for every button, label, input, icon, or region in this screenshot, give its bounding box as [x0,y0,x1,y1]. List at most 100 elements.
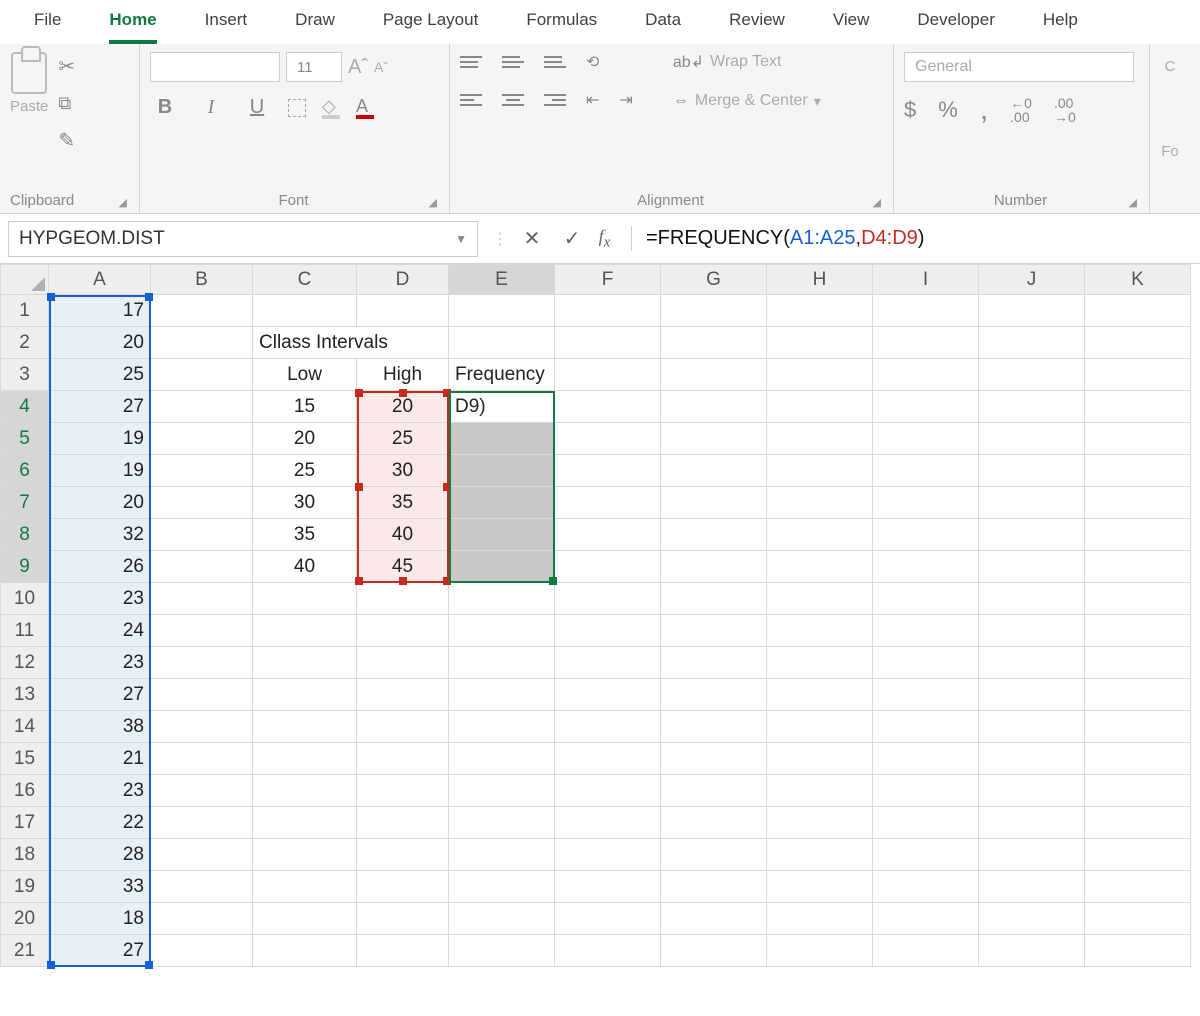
cell-I1[interactable] [873,295,979,327]
cell-G18[interactable] [661,839,767,871]
cell-D20[interactable] [357,903,449,935]
cell-E1[interactable] [449,295,555,327]
cell-B12[interactable] [151,647,253,679]
cell-E21[interactable] [449,935,555,967]
name-box[interactable]: HYPGEOM.DIST ▼ [8,221,478,257]
cell-C6[interactable]: 25 [253,455,357,487]
cell-B17[interactable] [151,807,253,839]
cell-G12[interactable] [661,647,767,679]
cell-A7[interactable]: 20 [49,487,151,519]
cell-A21[interactable]: 27 [49,935,151,967]
insert-function-button[interactable]: fx [592,226,632,252]
cell-A17[interactable]: 22 [49,807,151,839]
row-header-15[interactable]: 15 [1,743,49,775]
cell-B15[interactable] [151,743,253,775]
cell-F1[interactable] [555,295,661,327]
cell-K17[interactable] [1085,807,1191,839]
cell-E17[interactable] [449,807,555,839]
font-color-icon[interactable]: A [356,96,374,119]
row-header-3[interactable]: 3 [1,359,49,391]
cell-A18[interactable]: 28 [49,839,151,871]
cell-H9[interactable] [767,551,873,583]
format-table-partial[interactable]: Fo [1161,143,1179,160]
align-top-icon[interactable] [460,56,482,68]
cell-K16[interactable] [1085,775,1191,807]
cell-G21[interactable] [661,935,767,967]
cell-K5[interactable] [1085,423,1191,455]
cell-G8[interactable] [661,519,767,551]
col-header-K[interactable]: K [1085,265,1191,295]
increase-decimal-button[interactable]: ←0.00 [1010,96,1032,124]
cell-K10[interactable] [1085,583,1191,615]
cell-G9[interactable] [661,551,767,583]
cell-D12[interactable] [357,647,449,679]
tab-draw[interactable]: Draw [271,0,359,44]
cell-K9[interactable] [1085,551,1191,583]
cell-I12[interactable] [873,647,979,679]
cell-J3[interactable] [979,359,1085,391]
cell-G15[interactable] [661,743,767,775]
cell-B16[interactable] [151,775,253,807]
cell-B11[interactable] [151,615,253,647]
cell-I6[interactable] [873,455,979,487]
cell-B4[interactable] [151,391,253,423]
cell-J5[interactable] [979,423,1085,455]
orientation-icon[interactable]: ⟲ [586,52,599,72]
cell-H10[interactable] [767,583,873,615]
cell-G19[interactable] [661,871,767,903]
increase-indent-icon[interactable]: ⇥ [619,90,632,110]
cell-D13[interactable] [357,679,449,711]
cell-K3[interactable] [1085,359,1191,391]
cell-A2[interactable]: 20 [49,327,151,359]
row-header-20[interactable]: 20 [1,903,49,935]
cell-F7[interactable] [555,487,661,519]
row-header-2[interactable]: 2 [1,327,49,359]
cell-A3[interactable]: 25 [49,359,151,391]
cell-D14[interactable] [357,711,449,743]
spreadsheet-grid[interactable]: A B C D E F G H I J K 117220Cllass Inter… [0,264,1200,967]
col-header-J[interactable]: J [979,265,1085,295]
cell-C17[interactable] [253,807,357,839]
cell-G17[interactable] [661,807,767,839]
cell-A16[interactable]: 23 [49,775,151,807]
tab-developer[interactable]: Developer [893,0,1019,44]
select-all-corner[interactable] [1,265,49,295]
cell-H15[interactable] [767,743,873,775]
cell-H2[interactable] [767,327,873,359]
col-header-D[interactable]: D [357,265,449,295]
cell-H21[interactable] [767,935,873,967]
cell-A9[interactable]: 26 [49,551,151,583]
wrap-text-button[interactable]: ab↲ Wrap Text [673,52,821,72]
cell-J14[interactable] [979,711,1085,743]
cell-J2[interactable] [979,327,1085,359]
row-header-13[interactable]: 13 [1,679,49,711]
row-header-14[interactable]: 14 [1,711,49,743]
cancel-formula-button[interactable]: ✕ [512,226,552,251]
row-header-6[interactable]: 6 [1,455,49,487]
cell-E7[interactable] [449,487,555,519]
col-header-G[interactable]: G [661,265,767,295]
cell-C18[interactable] [253,839,357,871]
cell-F13[interactable] [555,679,661,711]
cell-A10[interactable]: 23 [49,583,151,615]
cell-D1[interactable] [357,295,449,327]
cell-C2[interactable]: Cllass Intervals [253,327,449,359]
cell-F3[interactable] [555,359,661,391]
cell-E8[interactable] [449,519,555,551]
cell-B13[interactable] [151,679,253,711]
cell-I18[interactable] [873,839,979,871]
cell-G16[interactable] [661,775,767,807]
decrease-decimal-button[interactable]: .00→0 [1054,96,1076,124]
cell-F5[interactable] [555,423,661,455]
cell-A8[interactable]: 32 [49,519,151,551]
cell-F4[interactable] [555,391,661,423]
cell-K12[interactable] [1085,647,1191,679]
cell-E10[interactable] [449,583,555,615]
cell-D3[interactable]: High [357,359,449,391]
cell-F6[interactable] [555,455,661,487]
cell-K7[interactable] [1085,487,1191,519]
cell-E13[interactable] [449,679,555,711]
cell-F10[interactable] [555,583,661,615]
cell-B1[interactable] [151,295,253,327]
tab-review[interactable]: Review [705,0,809,44]
